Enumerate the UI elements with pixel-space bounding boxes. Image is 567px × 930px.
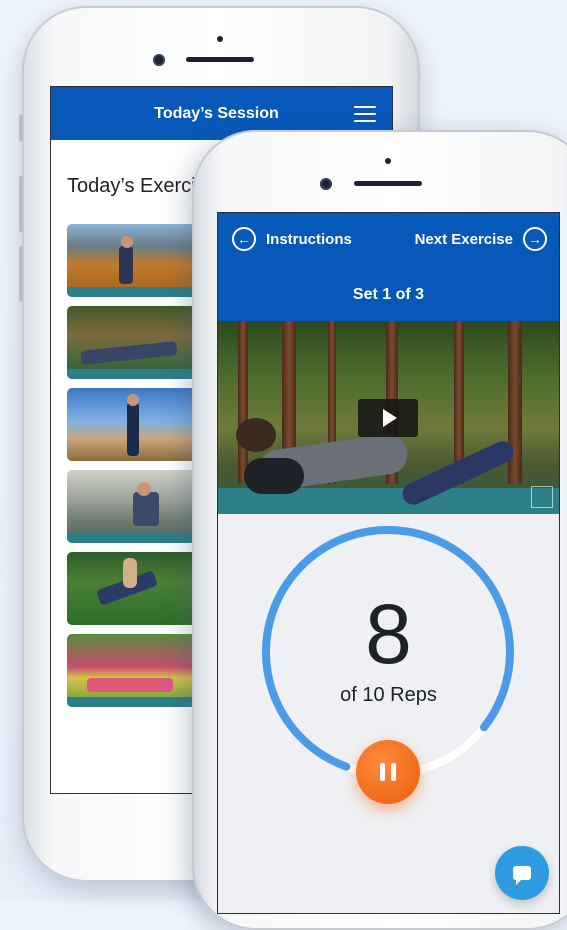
player-header: ← Instructions Next Exercise → Set 1 of … bbox=[218, 213, 559, 321]
chat-button[interactable] bbox=[495, 846, 549, 900]
exercise-person bbox=[119, 246, 133, 284]
pause-button[interactable] bbox=[356, 740, 420, 804]
exercise-person-head bbox=[236, 418, 276, 452]
mute-switch bbox=[19, 114, 23, 142]
rep-count: 8 bbox=[365, 587, 412, 681]
earpiece-speaker bbox=[354, 181, 422, 186]
tree-trunk bbox=[238, 321, 248, 484]
front-camera bbox=[320, 178, 332, 190]
exercise-person-head bbox=[127, 394, 139, 406]
volume-down-button bbox=[19, 246, 23, 302]
earpiece-speaker bbox=[186, 57, 254, 62]
play-icon[interactable] bbox=[358, 399, 418, 437]
volume-up-button bbox=[19, 176, 23, 232]
exercise-video[interactable] bbox=[218, 321, 559, 514]
session-title: Today’s Session bbox=[154, 104, 279, 122]
next-exercise-label: Next Exercise bbox=[414, 230, 513, 248]
menu-icon[interactable] bbox=[354, 106, 376, 122]
exercise-person-arm bbox=[123, 558, 137, 588]
proximity-sensor bbox=[217, 36, 223, 42]
arrow-left-icon: ← bbox=[232, 227, 256, 251]
exercise-table bbox=[67, 287, 197, 297]
exercise-thumbnail[interactable] bbox=[67, 306, 197, 379]
foam-roller bbox=[244, 458, 304, 494]
video-watermark bbox=[531, 486, 553, 508]
exercise-player-screen: ← Instructions Next Exercise → Set 1 of … bbox=[217, 212, 560, 914]
exercise-person bbox=[87, 678, 173, 692]
pause-icon bbox=[391, 763, 396, 781]
exercise-thumbnail[interactable] bbox=[67, 552, 197, 625]
exercise-person bbox=[127, 402, 139, 456]
front-camera bbox=[153, 54, 165, 66]
instructions-label: Instructions bbox=[266, 230, 352, 248]
exercise-table bbox=[67, 369, 197, 379]
pause-icon bbox=[380, 763, 385, 781]
rep-total-label: of 10 Reps bbox=[340, 684, 437, 706]
exercise-table bbox=[67, 697, 197, 707]
exercise-thumbnail[interactable] bbox=[67, 224, 197, 297]
exercise-person bbox=[80, 341, 178, 365]
proximity-sensor bbox=[385, 158, 391, 164]
instructions-button[interactable]: ← Instructions bbox=[232, 227, 352, 251]
chat-bubble-icon bbox=[513, 866, 531, 885]
arrow-right-icon: → bbox=[523, 227, 547, 251]
exercise-table bbox=[67, 533, 197, 543]
exercise-person-head bbox=[121, 236, 133, 248]
exercise-person-head bbox=[137, 482, 151, 496]
exercise-thumbnail[interactable] bbox=[67, 470, 197, 543]
exercise-person bbox=[133, 492, 159, 526]
exercise-thumbnail[interactable] bbox=[67, 634, 197, 707]
set-counter: Set 1 of 3 bbox=[352, 286, 425, 303]
next-exercise-button[interactable]: Next Exercise → bbox=[415, 227, 547, 251]
exercise-thumbnail[interactable] bbox=[67, 388, 197, 461]
